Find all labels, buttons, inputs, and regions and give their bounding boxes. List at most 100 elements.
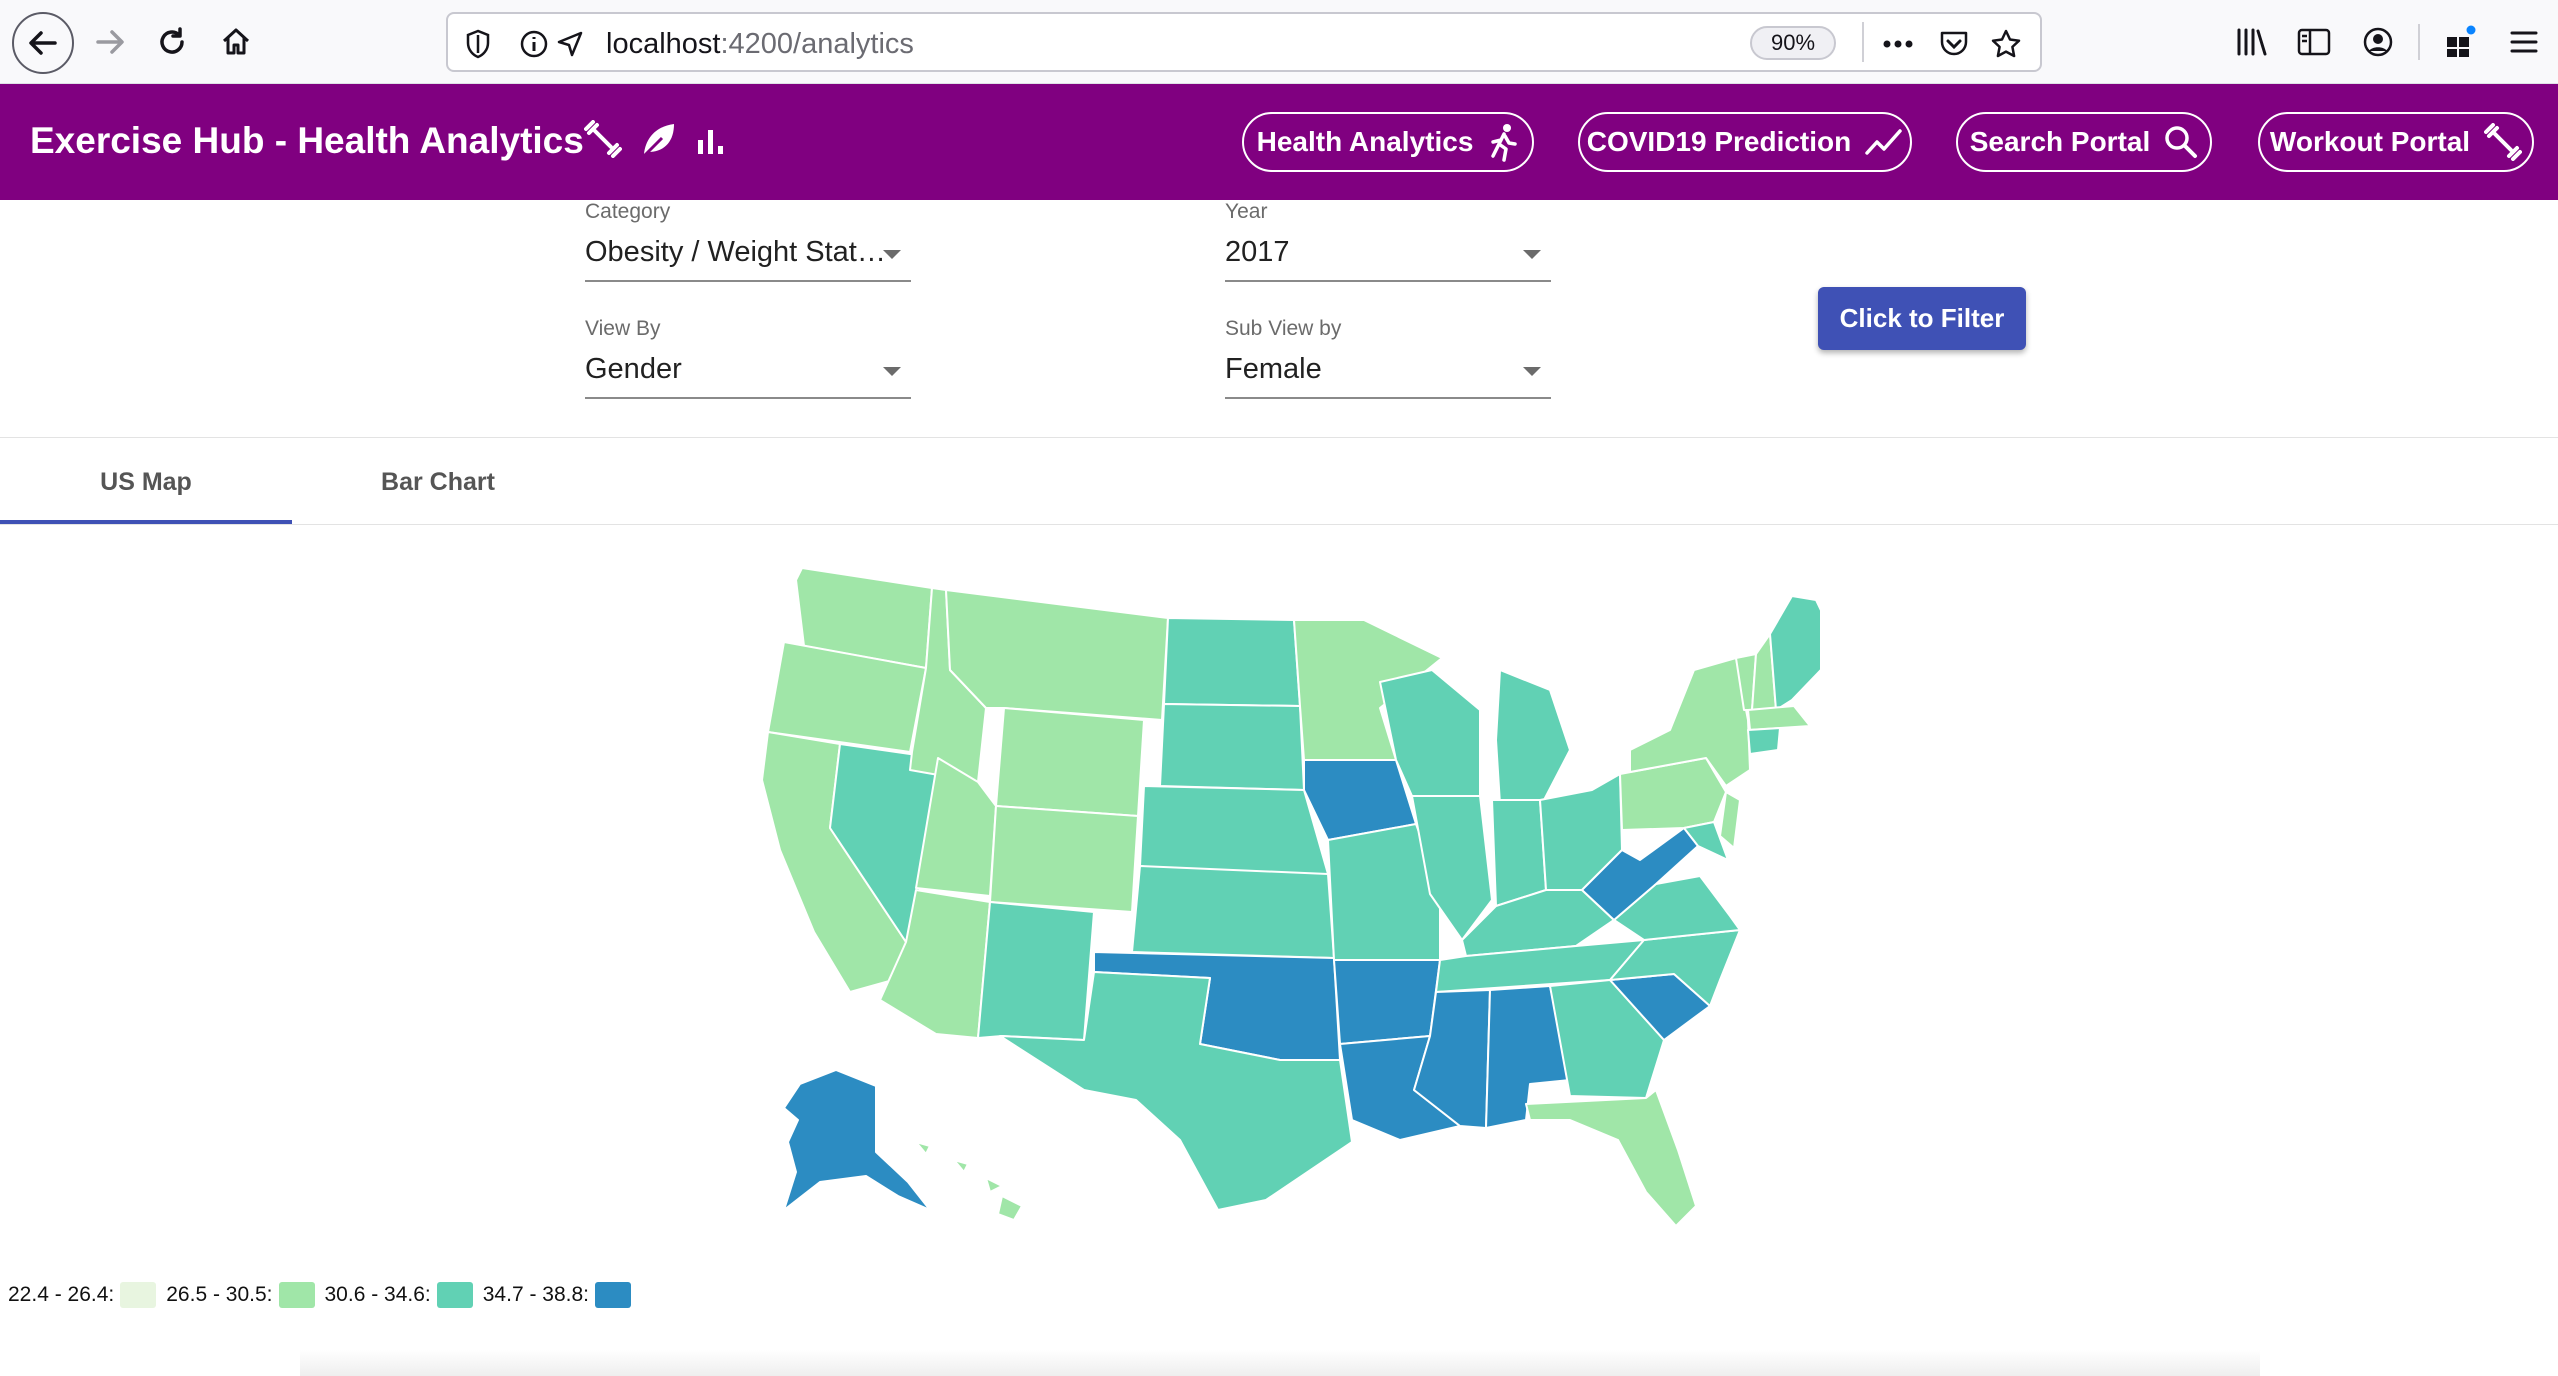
state-florida[interactable] [1525, 1089, 1697, 1227]
state-south-dakota[interactable] [1159, 703, 1305, 791]
reload-icon [160, 27, 184, 54]
covid19-prediction-button[interactable]: COVID19 Prediction [1578, 112, 1912, 172]
click-to-filter-button[interactable]: Click to Filter [1818, 287, 2026, 350]
us-choropleth-map [761, 567, 1820, 1227]
state-montana[interactable] [945, 589, 1169, 721]
location-arrow-icon[interactable] [552, 26, 588, 62]
back-arrow-icon [29, 31, 57, 55]
url-path: :4200/analytics [720, 28, 914, 60]
state-alaska[interactable] [783, 1069, 931, 1211]
view-by-value: Gender [585, 353, 682, 385]
section-divider [0, 437, 2558, 438]
library-icon[interactable] [2232, 22, 2272, 62]
legend-range: 22.4 - 26.4: [8, 1283, 115, 1306]
category-underline [585, 280, 911, 282]
running-icon [1491, 124, 1518, 162]
sub-view-by-select[interactable]: Sub View by Female [1225, 317, 1551, 399]
extensions-icon[interactable] [2440, 22, 2480, 62]
sub-view-by-label: Sub View by [1225, 317, 1342, 340]
app-title: Exercise Hub - Health Analytics [30, 120, 584, 161]
view-by-underline [585, 397, 911, 399]
health-analytics-label: Health Analytics [1256, 126, 1474, 157]
legend-swatch [436, 1282, 473, 1308]
url-bar-separator [1862, 22, 1864, 62]
legend-range: 30.6 - 34.6: [324, 1283, 431, 1306]
chevron-down-icon [883, 250, 901, 259]
page-bottom-fade [300, 1350, 2260, 1376]
browser-toolbar: localhost:4200/analytics 90% [0, 0, 2558, 84]
legend-item: 34.7 - 38.8: [483, 1282, 631, 1308]
chevron-down-icon [1523, 367, 1541, 376]
legend-range: 34.7 - 38.8: [482, 1283, 589, 1306]
state-arkansas[interactable] [1333, 959, 1441, 1045]
tab-bar-chart[interactable]: Bar Chart [292, 440, 584, 524]
state-new-mexico[interactable] [977, 901, 1095, 1041]
state-hawaii[interactable] [915, 1141, 1023, 1221]
year-value: 2017 [1225, 236, 1290, 268]
reload-button[interactable] [142, 12, 202, 72]
covid19-prediction-label: COVID19 Prediction [1586, 126, 1852, 157]
state-indiana[interactable] [1491, 799, 1547, 907]
year-select[interactable]: Year 2017 [1225, 200, 1551, 282]
category-select[interactable]: Category Obesity / Weight Stat… [585, 200, 911, 282]
app-header: Exercise Hub - Health Analytics Health A… [0, 84, 2558, 200]
state-kansas[interactable] [1131, 865, 1335, 959]
tab-us-map[interactable]: US Map [0, 440, 292, 524]
forward-button[interactable] [80, 12, 140, 72]
title-icon-group [584, 120, 728, 158]
chevron-down-icon [883, 367, 901, 376]
legend-swatch [278, 1282, 315, 1308]
workout-portal-button[interactable]: Workout Portal [2258, 112, 2534, 172]
bookmark-star-icon[interactable] [1988, 26, 2024, 62]
year-label: Year [1225, 200, 1268, 223]
sidebar-icon[interactable] [2294, 22, 2334, 62]
url-text[interactable]: localhost:4200/analytics [606, 28, 914, 61]
state-nebraska[interactable] [1139, 785, 1329, 875]
legend-swatch [595, 1282, 631, 1308]
trend-icon [1865, 129, 1902, 155]
legend-item: 30.6 - 34.6: [325, 1282, 473, 1308]
state-north-dakota[interactable] [1163, 617, 1301, 707]
dumbbell-icon [584, 120, 622, 158]
state-colorado[interactable] [989, 805, 1139, 913]
home-icon [222, 28, 250, 55]
sub-view-by-underline [1225, 397, 1551, 399]
zoom-level-badge[interactable]: 90% [1750, 26, 1836, 60]
workout-portal-label: Workout Portal [2269, 126, 2471, 157]
menu-icon[interactable] [2504, 22, 2544, 62]
shield-icon[interactable] [460, 26, 496, 62]
category-value: Obesity / Weight Stat… [585, 236, 886, 268]
search-portal-label: Search Portal [1969, 126, 2151, 157]
more-actions-icon[interactable] [1880, 26, 1916, 62]
state-wyoming[interactable] [995, 707, 1145, 817]
back-button[interactable] [12, 12, 74, 74]
legend-range: 26.5 - 30.5: [166, 1283, 273, 1306]
category-label: Category [585, 200, 671, 223]
url-bar[interactable]: localhost:4200/analytics 90% [446, 12, 2042, 72]
legend-item: 22.4 - 26.4: [8, 1282, 157, 1308]
toolbar-separator [2418, 24, 2420, 60]
bar-chart-icon [698, 130, 723, 154]
legend-swatch [120, 1282, 157, 1308]
leaf-icon [642, 124, 674, 158]
state-michigan[interactable] [1495, 669, 1571, 805]
account-icon[interactable] [2358, 22, 2398, 62]
forward-arrow-icon [96, 30, 124, 54]
search-portal-button[interactable]: Search Portal [1956, 112, 2212, 172]
year-underline [1225, 280, 1551, 282]
legend-item: 26.5 - 30.5: [166, 1282, 315, 1308]
url-host: localhost [606, 28, 721, 60]
health-analytics-button[interactable]: Health Analytics [1242, 112, 1534, 172]
home-button[interactable] [206, 12, 266, 72]
info-icon[interactable] [516, 26, 552, 62]
view-by-select[interactable]: View By Gender [585, 317, 911, 399]
pocket-icon[interactable] [1936, 26, 1972, 62]
state-maine[interactable] [1769, 595, 1820, 711]
dumbbell-icon [2484, 123, 2523, 161]
state-massachusetts[interactable] [1747, 705, 1811, 731]
state-connecticut[interactable] [1747, 727, 1781, 755]
chevron-down-icon [1523, 250, 1541, 259]
map-legend: 22.4 - 26.4: 26.5 - 30.5: 30.6 - 34.6: 3… [8, 1282, 641, 1308]
sub-view-by-value: Female [1225, 353, 1322, 385]
tab-divider [0, 524, 2558, 525]
